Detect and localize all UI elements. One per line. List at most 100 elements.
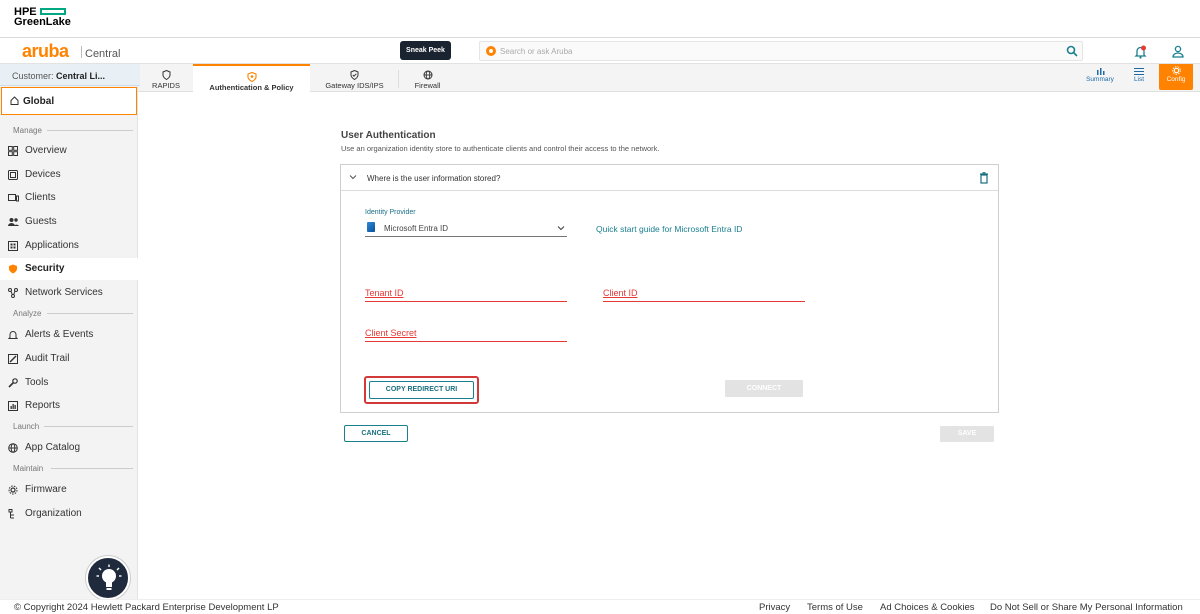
sidebar-item-clients[interactable]: Clients — [0, 187, 138, 209]
sidebar-item-label: Security — [25, 263, 65, 274]
global-scope-selector[interactable]: Global — [1, 87, 137, 115]
ad-choices-link[interactable]: Ad Choices & Cookies — [880, 602, 975, 613]
sidebar-item-audit-trail[interactable]: Audit Trail — [0, 348, 138, 370]
logo-divider — [81, 46, 82, 58]
notification-bell-icon[interactable] — [1134, 45, 1147, 59]
aruba-topbar: aruba Central Sneak Peek — [0, 38, 1200, 64]
section-label: Maintain — [13, 464, 44, 473]
panel-header[interactable]: Where is the user information stored? — [341, 165, 998, 191]
sidebar-item-overview[interactable]: Overview — [0, 140, 138, 162]
aruba-logo[interactable]: aruba — [22, 42, 69, 60]
client-id-field[interactable]: Client ID — [603, 288, 805, 302]
sidebar-item-alerts-events[interactable]: Alerts & Events — [0, 324, 138, 346]
summary-view-button[interactable]: Summary — [1084, 64, 1116, 90]
section-launch: Launch — [0, 422, 138, 431]
sidebar-item-applications[interactable]: Applications — [0, 235, 138, 257]
tab-rapids[interactable]: RAPIDS — [140, 64, 192, 92]
bar-chart-icon — [1096, 68, 1104, 75]
trash-icon[interactable] — [979, 172, 989, 184]
search-icon[interactable] — [1066, 45, 1078, 57]
sneak-peek-button[interactable]: Sneak Peek — [400, 41, 451, 60]
sidebar-item-label: Organization — [25, 508, 82, 519]
tab-label: Gateway IDS/IPS — [325, 81, 384, 90]
sidebar-item-label: Devices — [25, 169, 61, 180]
search-bar[interactable] — [479, 41, 1083, 61]
sidebar-item-app-catalog[interactable]: App Catalog — [0, 437, 138, 459]
sidebar-item-label: Audit Trail — [25, 353, 70, 364]
search-input[interactable] — [500, 44, 1040, 58]
sidebar-item-label: Overview — [25, 145, 67, 156]
copy-redirect-uri-button[interactable]: COPY REDIRECT URI — [369, 381, 474, 399]
home-icon — [10, 96, 19, 105]
chevron-down-icon[interactable] — [349, 174, 357, 180]
hpe-greenlake-logo[interactable]: HPE GreenLake — [14, 7, 71, 28]
cancel-button[interactable]: CANCEL — [344, 425, 408, 442]
tenant-id-field[interactable]: Tenant ID — [365, 288, 567, 302]
reports-icon — [8, 401, 18, 411]
sidebar-item-tools[interactable]: Tools — [0, 372, 138, 394]
list-icon — [1134, 68, 1144, 75]
hpe-header: HPE GreenLake — [0, 0, 1200, 38]
shield-check-icon — [350, 70, 359, 80]
aruba-search-logo-icon — [486, 46, 496, 56]
section-analyze: Analyze — [0, 309, 138, 318]
lightbulb-icon — [96, 564, 122, 590]
sidebar-item-organization[interactable]: Organization — [0, 503, 138, 525]
client-id-label: Client ID — [603, 288, 638, 298]
identity-provider-label: Identity Provider — [365, 209, 416, 216]
greenlake-logo-text: GreenLake — [14, 16, 71, 28]
users-icon — [8, 218, 19, 226]
section-label: Launch — [13, 422, 40, 431]
save-button[interactable]: SAVE — [940, 426, 994, 442]
section-label: Manage — [13, 126, 42, 135]
audit-trail-icon — [8, 354, 18, 364]
copy-redirect-highlight: COPY REDIRECT URI — [364, 376, 479, 404]
sidebar-item-label: Firmware — [25, 484, 67, 495]
list-view-button[interactable]: List — [1128, 64, 1150, 90]
sidebar-item-guests[interactable]: Guests — [0, 211, 138, 233]
sidebar-item-network-services[interactable]: Network Services — [0, 282, 138, 304]
tab-label: Authentication & Policy — [209, 83, 294, 92]
identity-provider-select[interactable]: Microsoft Entra ID — [365, 220, 567, 237]
globe-icon — [423, 70, 432, 80]
user-profile-icon[interactable] — [1172, 45, 1184, 58]
footer: © Copyright 2024 Hewlett Packard Enterpr… — [0, 599, 1200, 614]
sidebar-item-reports[interactable]: Reports — [0, 395, 138, 417]
laptop-icon — [8, 194, 19, 202]
summary-label: Summary — [1086, 76, 1114, 83]
network-services-icon — [8, 288, 18, 298]
sidebar-item-devices[interactable]: Devices — [0, 164, 138, 186]
connect-button[interactable]: CONNECT — [725, 380, 803, 397]
tab-label: RAPIDS — [152, 81, 180, 90]
sidebar-item-label: App Catalog — [25, 442, 81, 453]
firmware-gear-icon — [8, 485, 18, 495]
sidebar-item-label: Applications — [25, 240, 79, 251]
quick-start-guide-link[interactable]: Quick start guide for Microsoft Entra ID — [596, 224, 742, 234]
sidebar-item-label: Network Services — [25, 287, 103, 298]
privacy-link[interactable]: Privacy — [759, 602, 790, 613]
sidebar-item-label: Guests — [25, 216, 57, 227]
customer-selector[interactable]: Customer: Central Li... — [0, 64, 140, 86]
sidebar-item-firmware[interactable]: Firmware — [0, 479, 138, 501]
config-view-button[interactable]: Config — [1159, 64, 1193, 90]
client-secret-field[interactable]: Client Secret — [365, 328, 567, 342]
do-not-sell-link[interactable]: Do Not Sell or Share My Personal Informa… — [990, 602, 1183, 613]
section-label: Analyze — [13, 309, 42, 318]
tab-authentication-policy[interactable]: Authentication & Policy — [193, 64, 310, 92]
terms-link[interactable]: Terms of Use — [807, 602, 863, 613]
organization-icon — [8, 509, 14, 519]
sidebar-item-security[interactable]: Security — [0, 258, 138, 280]
page-title: User Authentication — [341, 130, 436, 141]
tips-button[interactable] — [86, 556, 130, 600]
sidebar-item-label: Reports — [25, 400, 61, 411]
section-manage: Manage — [0, 126, 138, 135]
microsoft-entra-icon — [367, 222, 375, 232]
section-divider — [47, 130, 133, 131]
tab-firewall[interactable]: Firewall — [400, 64, 455, 92]
auth-shield-icon — [246, 72, 257, 82]
tenant-id-label: Tenant ID — [365, 288, 404, 298]
config-label: Config — [1166, 76, 1186, 83]
client-secret-label: Client Secret — [365, 328, 417, 338]
tab-gateway-ids-ips[interactable]: Gateway IDS/IPS — [312, 64, 397, 92]
section-divider — [51, 468, 133, 469]
